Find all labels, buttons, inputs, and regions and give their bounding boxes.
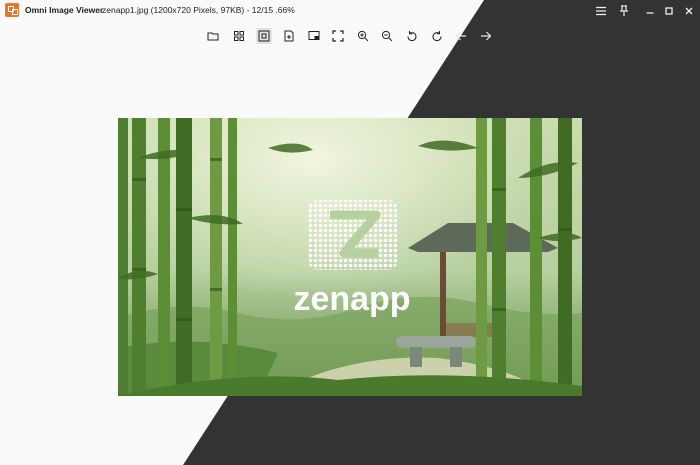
slideshow-button[interactable] bbox=[306, 28, 322, 44]
menu-button[interactable] bbox=[590, 0, 612, 22]
maximize-icon bbox=[665, 7, 673, 15]
fit-screen-icon bbox=[258, 30, 270, 42]
slideshow-icon bbox=[308, 31, 320, 40]
next-arrow-icon bbox=[481, 31, 492, 41]
app-name: Omni Image Viewer bbox=[25, 5, 104, 15]
fullscreen-button[interactable] bbox=[330, 28, 346, 44]
hamburger-menu-icon bbox=[596, 6, 606, 16]
close-button[interactable] bbox=[678, 0, 700, 22]
rotate-left-icon bbox=[407, 31, 417, 42]
close-icon bbox=[685, 7, 693, 15]
pin-icon bbox=[620, 5, 628, 16]
add-image-button[interactable] bbox=[281, 28, 297, 44]
rotate-right-button[interactable] bbox=[429, 28, 445, 44]
grid-view-button[interactable] bbox=[231, 28, 247, 44]
pin-button[interactable] bbox=[613, 0, 635, 22]
previous-button[interactable] bbox=[453, 28, 469, 44]
zenapp-logo: zenapp bbox=[293, 200, 411, 318]
rotate-right-icon bbox=[432, 31, 442, 42]
minimize-icon bbox=[646, 12, 654, 14]
brand-text: zenapp bbox=[293, 280, 410, 318]
rotate-left-button[interactable] bbox=[404, 28, 420, 44]
zoom-out-button[interactable] bbox=[379, 28, 395, 44]
add-image-icon bbox=[284, 30, 294, 42]
next-button[interactable] bbox=[478, 28, 494, 44]
title-bar: Omni Image Viewer zenapp1.jpg (1200x720 … bbox=[0, 0, 700, 22]
previous-arrow-icon bbox=[455, 31, 466, 41]
zoom-in-button[interactable] bbox=[355, 28, 371, 44]
zoom-in-icon bbox=[357, 30, 369, 42]
fullscreen-icon bbox=[332, 30, 344, 42]
fit-screen-button[interactable] bbox=[256, 28, 272, 44]
maximize-button[interactable] bbox=[658, 0, 680, 22]
open-folder-button[interactable] bbox=[205, 28, 221, 44]
open-folder-icon bbox=[207, 32, 219, 41]
zoom-out-icon bbox=[381, 30, 393, 42]
grid-view-icon bbox=[234, 31, 244, 41]
file-info: zenapp1.jpg (1200x720 Pixels, 97KB) - 12… bbox=[102, 5, 295, 15]
app-logo-icon bbox=[5, 3, 19, 17]
displayed-image: zenapp bbox=[118, 118, 582, 396]
